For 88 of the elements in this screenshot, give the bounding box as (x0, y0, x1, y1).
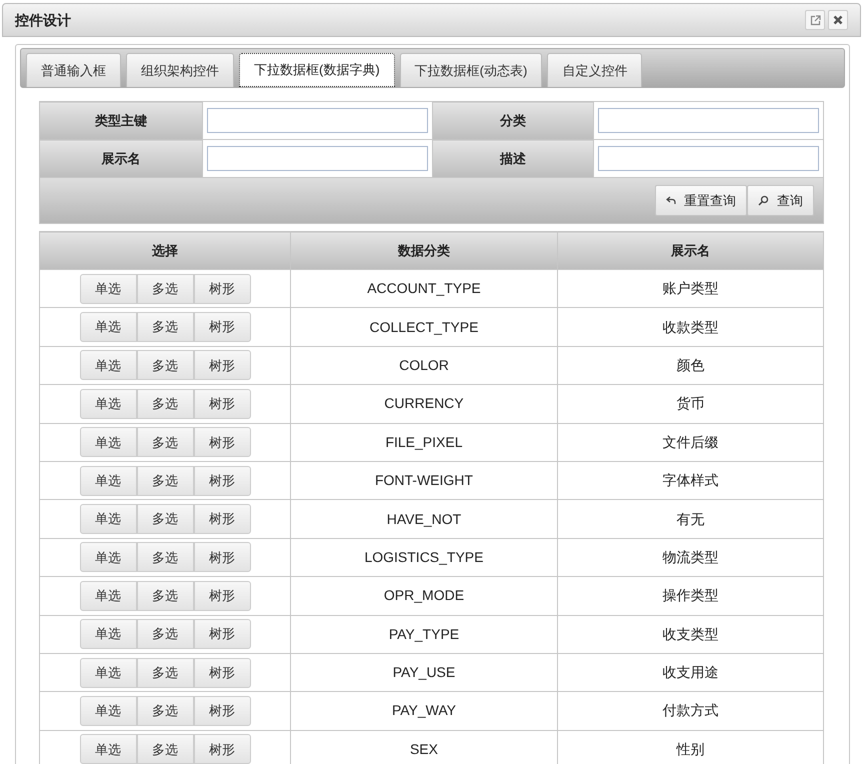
select-mode-button[interactable]: 树形 (194, 580, 251, 611)
tab[interactable]: 普通输入框 (26, 53, 121, 87)
search-button[interactable]: 查询 (747, 185, 814, 216)
select-mode-button[interactable]: 树形 (194, 274, 251, 304)
select-mode-button[interactable]: 多选 (136, 350, 194, 380)
select-mode-button[interactable]: 树形 (194, 504, 251, 534)
table-cell: 操作类型 (557, 576, 824, 616)
select-mode-button[interactable]: 单选 (80, 734, 137, 764)
select-mode-button[interactable]: 多选 (136, 388, 194, 419)
table-cell: ACCOUNT_TYPE (290, 270, 558, 308)
select-mode-button[interactable]: 单选 (80, 274, 137, 304)
field-label: 分类 (432, 102, 594, 140)
select-mode-button[interactable]: 树形 (194, 542, 251, 572)
field-label: 展示名 (40, 140, 202, 178)
select-mode-button[interactable]: 树形 (194, 427, 251, 458)
tab[interactable]: 下拉数据框(动态表) (400, 53, 542, 87)
select-mode-button[interactable]: 树形 (194, 388, 251, 419)
window-title: 控件设计 (15, 10, 71, 30)
table-cell: COLOR (290, 346, 558, 385)
table-cell: 收支用途 (557, 653, 824, 692)
table-cell: 有无 (557, 500, 824, 538)
table-cell: CURRENCY (290, 384, 558, 424)
select-mode-button[interactable]: 多选 (136, 658, 194, 688)
table-cell: OPR_MODE (290, 576, 558, 616)
field-label: 描述 (432, 140, 594, 178)
select-mode-button[interactable]: 多选 (136, 274, 194, 304)
table-cell: 收款类型 (557, 308, 824, 346)
input-field[interactable] (207, 146, 428, 171)
table-cell: FILE_PIXEL (290, 423, 558, 462)
select-mode-button[interactable]: 单选 (80, 619, 137, 650)
select-mode-button[interactable]: 单选 (80, 388, 137, 419)
input-field[interactable] (207, 108, 428, 133)
select-mode-button[interactable]: 单选 (80, 466, 137, 496)
table-cell: LOGISTICS_TYPE (290, 538, 558, 577)
tab[interactable]: 下拉数据框(数据字典) (239, 53, 395, 87)
input-field[interactable] (598, 146, 819, 171)
table-cell: COLLECT_TYPE (290, 308, 558, 346)
column-header: 展示名 (557, 232, 824, 270)
select-mode-button[interactable]: 单选 (80, 580, 137, 611)
select-mode-button[interactable]: 树形 (194, 658, 251, 688)
table-cell: 物流类型 (557, 538, 824, 577)
select-mode-button[interactable]: 多选 (136, 312, 194, 342)
table-cell: PAY_TYPE (290, 615, 558, 654)
tab[interactable]: 自定义控件 (547, 53, 642, 87)
select-mode-button[interactable]: 多选 (136, 542, 194, 572)
select-mode-button[interactable]: 单选 (80, 696, 137, 726)
select-mode-button[interactable]: 树形 (194, 350, 251, 380)
table-cell: 字体样式 (557, 461, 824, 500)
table-cell: PAY_WAY (290, 692, 558, 730)
select-mode-button[interactable]: 单选 (80, 504, 137, 534)
table-cell: 收支类型 (557, 615, 824, 654)
search-icon (758, 195, 769, 206)
undo-icon (666, 196, 676, 205)
table-cell: 账户类型 (557, 270, 824, 308)
select-mode-button[interactable]: 单选 (80, 658, 137, 688)
close-icon (833, 15, 843, 25)
select-mode-button[interactable]: 多选 (136, 734, 194, 764)
select-mode-button[interactable]: 多选 (136, 504, 194, 534)
select-mode-button[interactable]: 多选 (136, 696, 194, 726)
close-button[interactable] (828, 10, 848, 30)
select-mode-button[interactable]: 单选 (80, 350, 137, 380)
table-cell: 文件后缀 (557, 423, 824, 462)
popout-icon (810, 14, 820, 26)
table-cell: 付款方式 (557, 692, 824, 730)
select-mode-button[interactable]: 多选 (136, 466, 194, 496)
table-cell: FONT-WEIGHT (290, 461, 558, 500)
column-header: 数据分类 (290, 232, 558, 270)
select-mode-button[interactable]: 多选 (136, 427, 194, 458)
select-mode-button[interactable]: 单选 (80, 542, 137, 572)
select-mode-button[interactable]: 树形 (194, 696, 251, 726)
select-mode-button[interactable]: 单选 (80, 427, 137, 458)
table-cell: PAY_USE (290, 653, 558, 692)
tab[interactable]: 组织架构控件 (126, 53, 234, 87)
field-label: 类型主键 (40, 102, 202, 140)
table-cell: HAVE_NOT (290, 500, 558, 538)
select-mode-button[interactable]: 多选 (136, 619, 194, 650)
reset-button[interactable]: 重置查询 (655, 185, 747, 216)
table-cell: 货币 (557, 384, 824, 424)
select-mode-button[interactable]: 树形 (194, 619, 251, 650)
select-mode-button[interactable]: 树形 (194, 734, 251, 764)
select-mode-button[interactable]: 单选 (80, 312, 137, 342)
input-field[interactable] (598, 108, 819, 133)
select-mode-button[interactable]: 多选 (136, 580, 194, 611)
select-mode-button[interactable]: 树形 (194, 312, 251, 342)
popout-button[interactable] (805, 10, 825, 30)
column-header: 选择 (40, 232, 291, 270)
select-mode-button[interactable]: 树形 (194, 466, 251, 496)
table-cell: 颜色 (557, 346, 824, 385)
